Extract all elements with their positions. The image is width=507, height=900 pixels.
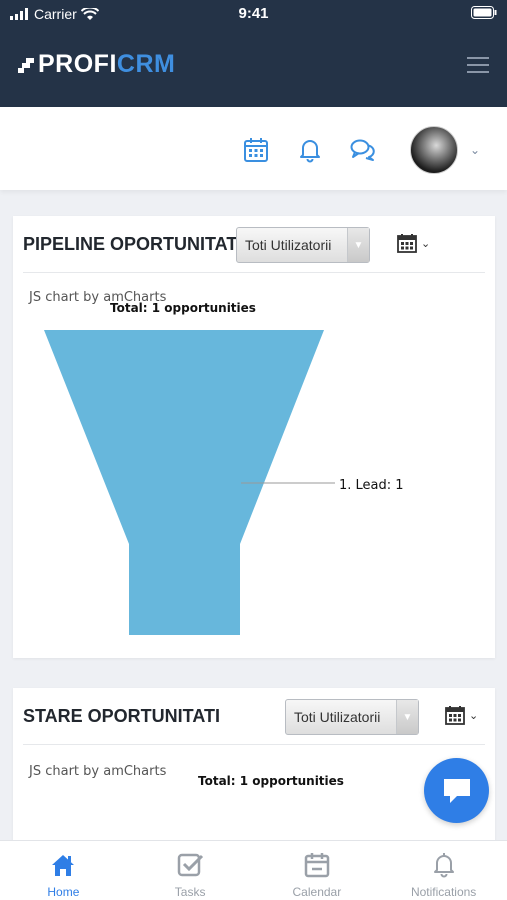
select-arrow-icon: ▼: [396, 700, 418, 734]
stare-user-select-value: Toti Utilizatorii: [294, 709, 381, 725]
funnel-chart: [44, 330, 335, 635]
nav-home-label: Home: [47, 885, 80, 899]
logo-text-crm: CRM: [116, 50, 176, 78]
calendar-icon: [397, 234, 417, 253]
notifications-bell-icon[interactable]: [297, 137, 323, 163]
card-divider: [23, 272, 485, 273]
chevron-down-icon[interactable]: ⌄: [470, 143, 480, 157]
calendar-icon: [445, 706, 465, 725]
chevron-down-icon: ⌄: [421, 237, 431, 250]
nav-home[interactable]: Home: [0, 841, 127, 900]
pipeline-title: PIPELINE OPORTUNITATI: [23, 234, 238, 254]
stare-total-label: Total: 1 opportunities: [198, 774, 344, 788]
pipeline-card: PIPELINE OPORTUNITATI Toti Utilizatorii …: [13, 216, 495, 658]
calendar-icon: [304, 853, 330, 878]
nav-notifications-label: Notifications: [410, 885, 477, 899]
chevron-down-icon: ⌄: [469, 709, 479, 722]
home-icon: [52, 855, 75, 876]
nav-calendar-label: Calendar: [292, 885, 342, 899]
messages-icon[interactable]: [350, 137, 376, 163]
select-arrow-icon: ▼: [347, 228, 369, 262]
battery-icon: [471, 6, 497, 19]
chart-credit[interactable]: JS chart by amCharts: [29, 764, 166, 779]
pipeline-date-dropdown[interactable]: ⌄: [397, 230, 437, 256]
pipeline-user-select-value: Toti Utilizatorii: [245, 237, 332, 253]
nav-calendar[interactable]: Calendar: [254, 841, 381, 900]
app-logo[interactable]: PROFI CRM: [18, 50, 175, 79]
calendar-icon[interactable]: [243, 137, 269, 163]
stare-date-dropdown[interactable]: ⌄: [445, 702, 485, 728]
app-header: Carrier 9:41 PROFI CRM: [0, 0, 507, 107]
tasks-icon: [177, 853, 204, 877]
menu-icon[interactable]: [467, 56, 489, 74]
nav-tasks[interactable]: Tasks: [127, 841, 254, 900]
status-bar: Carrier 9:41: [0, 0, 507, 28]
logo-text-profi: PROFI: [38, 50, 117, 78]
stare-card: STARE OPORTUNITATI Toti Utilizatorii ▼ ⌄…: [13, 688, 495, 848]
stare-title: STARE OPORTUNITATI: [23, 706, 220, 726]
avatar[interactable]: [410, 126, 458, 174]
status-time: 9:41: [238, 5, 269, 22]
funnel-slice-label: 1. Lead: 1: [339, 478, 404, 493]
bottom-nav: Home Tasks Calendar Notifications: [0, 840, 507, 900]
nav-notifications[interactable]: Notifications: [380, 841, 507, 900]
logo-mark-icon: [18, 57, 34, 73]
user-toolbar: ⌄: [0, 107, 507, 190]
nav-tasks-label: Tasks: [174, 885, 206, 899]
stare-user-select[interactable]: Toti Utilizatorii ▼: [285, 699, 419, 735]
bell-icon: [433, 853, 454, 878]
pipeline-user-select[interactable]: Toti Utilizatorii ▼: [236, 227, 370, 263]
funnel-total-label: Total: 1 opportunities: [110, 301, 256, 315]
chat-button[interactable]: [424, 758, 489, 823]
chat-bubble-icon: [443, 778, 470, 803]
card-divider: [23, 744, 485, 745]
